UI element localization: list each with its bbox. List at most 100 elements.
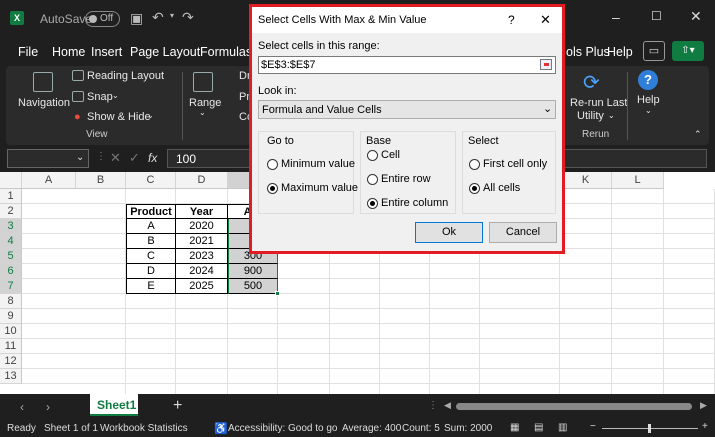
table-cell[interactable]: 2024 [176, 264, 228, 279]
all-cells-radio[interactable] [469, 183, 480, 194]
fill-handle[interactable] [275, 291, 280, 296]
table-cell[interactable]: E [126, 279, 176, 294]
save-icon[interactable]: ▣ [130, 10, 143, 27]
row-header-10[interactable]: 10 [0, 324, 22, 339]
row-header-12[interactable]: 12 [0, 354, 22, 369]
dialog-title-bar[interactable]: Select Cells With Max & Min Value ? ✕ [252, 7, 562, 33]
table-cell[interactable]: 2023 [176, 249, 228, 264]
table-cell[interactable]: D [126, 264, 176, 279]
sheet-scroll-options-icon[interactable]: ⋮ [428, 400, 438, 411]
page-layout-view-icon[interactable]: ▤ [534, 422, 543, 433]
row-header-4[interactable]: 4 [0, 234, 22, 249]
table-cell[interactable]: 500 [228, 279, 278, 294]
table-cell[interactable]: 900 [228, 264, 278, 279]
column-header-k[interactable]: K [560, 172, 612, 189]
horizontal-scrollbar[interactable] [456, 403, 692, 410]
insert-function-button[interactable]: fx [148, 151, 157, 165]
snap-button[interactable]: Snap [87, 91, 113, 103]
table-cell[interactable]: 2021 [176, 234, 228, 249]
autosave-toggle[interactable]: Off [85, 11, 120, 27]
menu-home[interactable]: Home [52, 45, 85, 59]
entire-column-radio[interactable] [367, 198, 378, 209]
row-header-6[interactable]: 6 [0, 264, 22, 279]
dialog-help-button[interactable]: ? [508, 13, 515, 27]
page-break-view-icon[interactable]: ▥ [558, 422, 567, 433]
cancel-formula-icon[interactable]: ✕ [110, 150, 121, 166]
share-button[interactable]: ⇧▾ [672, 41, 704, 61]
undo-dropdown-icon[interactable]: ▾ [170, 11, 174, 20]
entire-row-radio[interactable] [367, 174, 378, 185]
row-header-8[interactable]: 8 [0, 294, 22, 309]
table-cell[interactable]: 2025 [176, 279, 228, 294]
first-cell-only-label[interactable]: First cell only [483, 158, 547, 170]
range-picker-icon[interactable] [540, 59, 552, 70]
maximum-value-radio[interactable] [267, 183, 278, 194]
row-header-11[interactable]: 11 [0, 339, 22, 354]
table-cell[interactable]: A [126, 219, 176, 234]
prev-sheet-icon[interactable]: ‹ [20, 400, 24, 414]
rerun-last-button[interactable]: Re-run Last [570, 97, 627, 109]
row-header-1[interactable]: 1 [0, 189, 22, 204]
range-dropdown-icon[interactable]: ⌄ [199, 108, 206, 117]
table-header-cell[interactable]: Product [126, 204, 176, 219]
help-button[interactable]: Help [637, 94, 660, 106]
undo-icon[interactable]: ↶ [152, 9, 164, 26]
redo-icon[interactable]: ↷ [182, 9, 194, 26]
minimum-value-label[interactable]: Minimum value [281, 158, 355, 170]
range-input[interactable]: $E$3:$E$7 [258, 56, 556, 74]
zoom-in-icon[interactable]: + [702, 421, 708, 432]
table-header-cell[interactable]: Year [176, 204, 228, 219]
row-header-9[interactable]: 9 [0, 309, 22, 324]
navigation-button[interactable]: Navigation [18, 97, 70, 109]
snap-dropdown-icon[interactable]: ⌄ [112, 91, 119, 100]
show-hide-dropdown-icon[interactable]: ⌄ [147, 111, 154, 120]
name-box[interactable]: ⌄ [7, 149, 89, 168]
column-header-d[interactable]: D [176, 172, 228, 189]
confirm-formula-icon[interactable]: ✓ [129, 150, 140, 166]
next-sheet-icon[interactable]: › [46, 400, 50, 414]
zoom-slider-thumb[interactable] [648, 424, 651, 433]
add-sheet-icon[interactable]: + [173, 397, 182, 415]
show-hide-button[interactable]: Show & Hide [87, 111, 151, 123]
cell-radio[interactable] [367, 150, 378, 161]
row-header-7[interactable]: 7 [0, 279, 22, 294]
minimize-icon[interactable]: – [612, 9, 620, 25]
scroll-right-icon[interactable]: ▶ [700, 400, 707, 411]
zoom-out-icon[interactable]: − [590, 421, 596, 432]
entire-row-label[interactable]: Entire row [381, 173, 431, 185]
scroll-left-icon[interactable]: ◀ [444, 400, 451, 411]
row-header-3[interactable]: 3 [0, 219, 22, 234]
zoom-slider[interactable] [602, 424, 698, 433]
ok-button[interactable]: Ok [415, 222, 483, 243]
ribbon-collapse-icon[interactable]: ⌃ [694, 129, 702, 140]
reading-layout-button[interactable]: Reading Layout [87, 70, 164, 82]
row-header-13[interactable]: 13 [0, 369, 22, 384]
rerun-last-button-line2[interactable]: Utility [577, 110, 604, 122]
first-cell-only-radio[interactable] [469, 159, 480, 170]
close-icon[interactable]: ✕ [690, 8, 702, 25]
sheet-tab-sheet1[interactable]: Sheet1 [90, 394, 138, 416]
look-in-select[interactable]: Formula and Value Cells ⌄ [258, 100, 556, 119]
column-header-l[interactable]: L [612, 172, 664, 189]
table-cell[interactable]: B [126, 234, 176, 249]
comments-button[interactable]: ▭ [643, 41, 665, 61]
rerun-dropdown-icon[interactable]: ⌄ [608, 111, 615, 120]
menu-insert[interactable]: Insert [91, 45, 122, 59]
menu-file[interactable]: File [18, 45, 38, 59]
menu-page-layout[interactable]: Page Layout [130, 45, 200, 59]
menu-formulas[interactable]: Formulas [200, 45, 252, 59]
select-all-corner[interactable] [0, 172, 22, 189]
status-accessibility[interactable]: Accessibility: Good to go [228, 423, 338, 434]
cell-label[interactable]: Cell [381, 149, 400, 161]
help-dropdown-icon[interactable]: ⌄ [645, 106, 652, 115]
row-header-2[interactable]: 2 [0, 204, 22, 219]
maximum-value-label[interactable]: Maximum value [281, 182, 358, 194]
column-header-a[interactable]: A [22, 172, 76, 189]
normal-view-icon[interactable]: ▦ [510, 422, 519, 433]
cancel-button[interactable]: Cancel [489, 222, 557, 243]
menu-help[interactable]: Help [607, 45, 633, 59]
maximize-icon[interactable]: ☐ [651, 9, 662, 23]
dialog-close-icon[interactable]: ✕ [540, 12, 551, 28]
minimum-value-radio[interactable] [267, 159, 278, 170]
entire-column-label[interactable]: Entire column [381, 197, 448, 209]
